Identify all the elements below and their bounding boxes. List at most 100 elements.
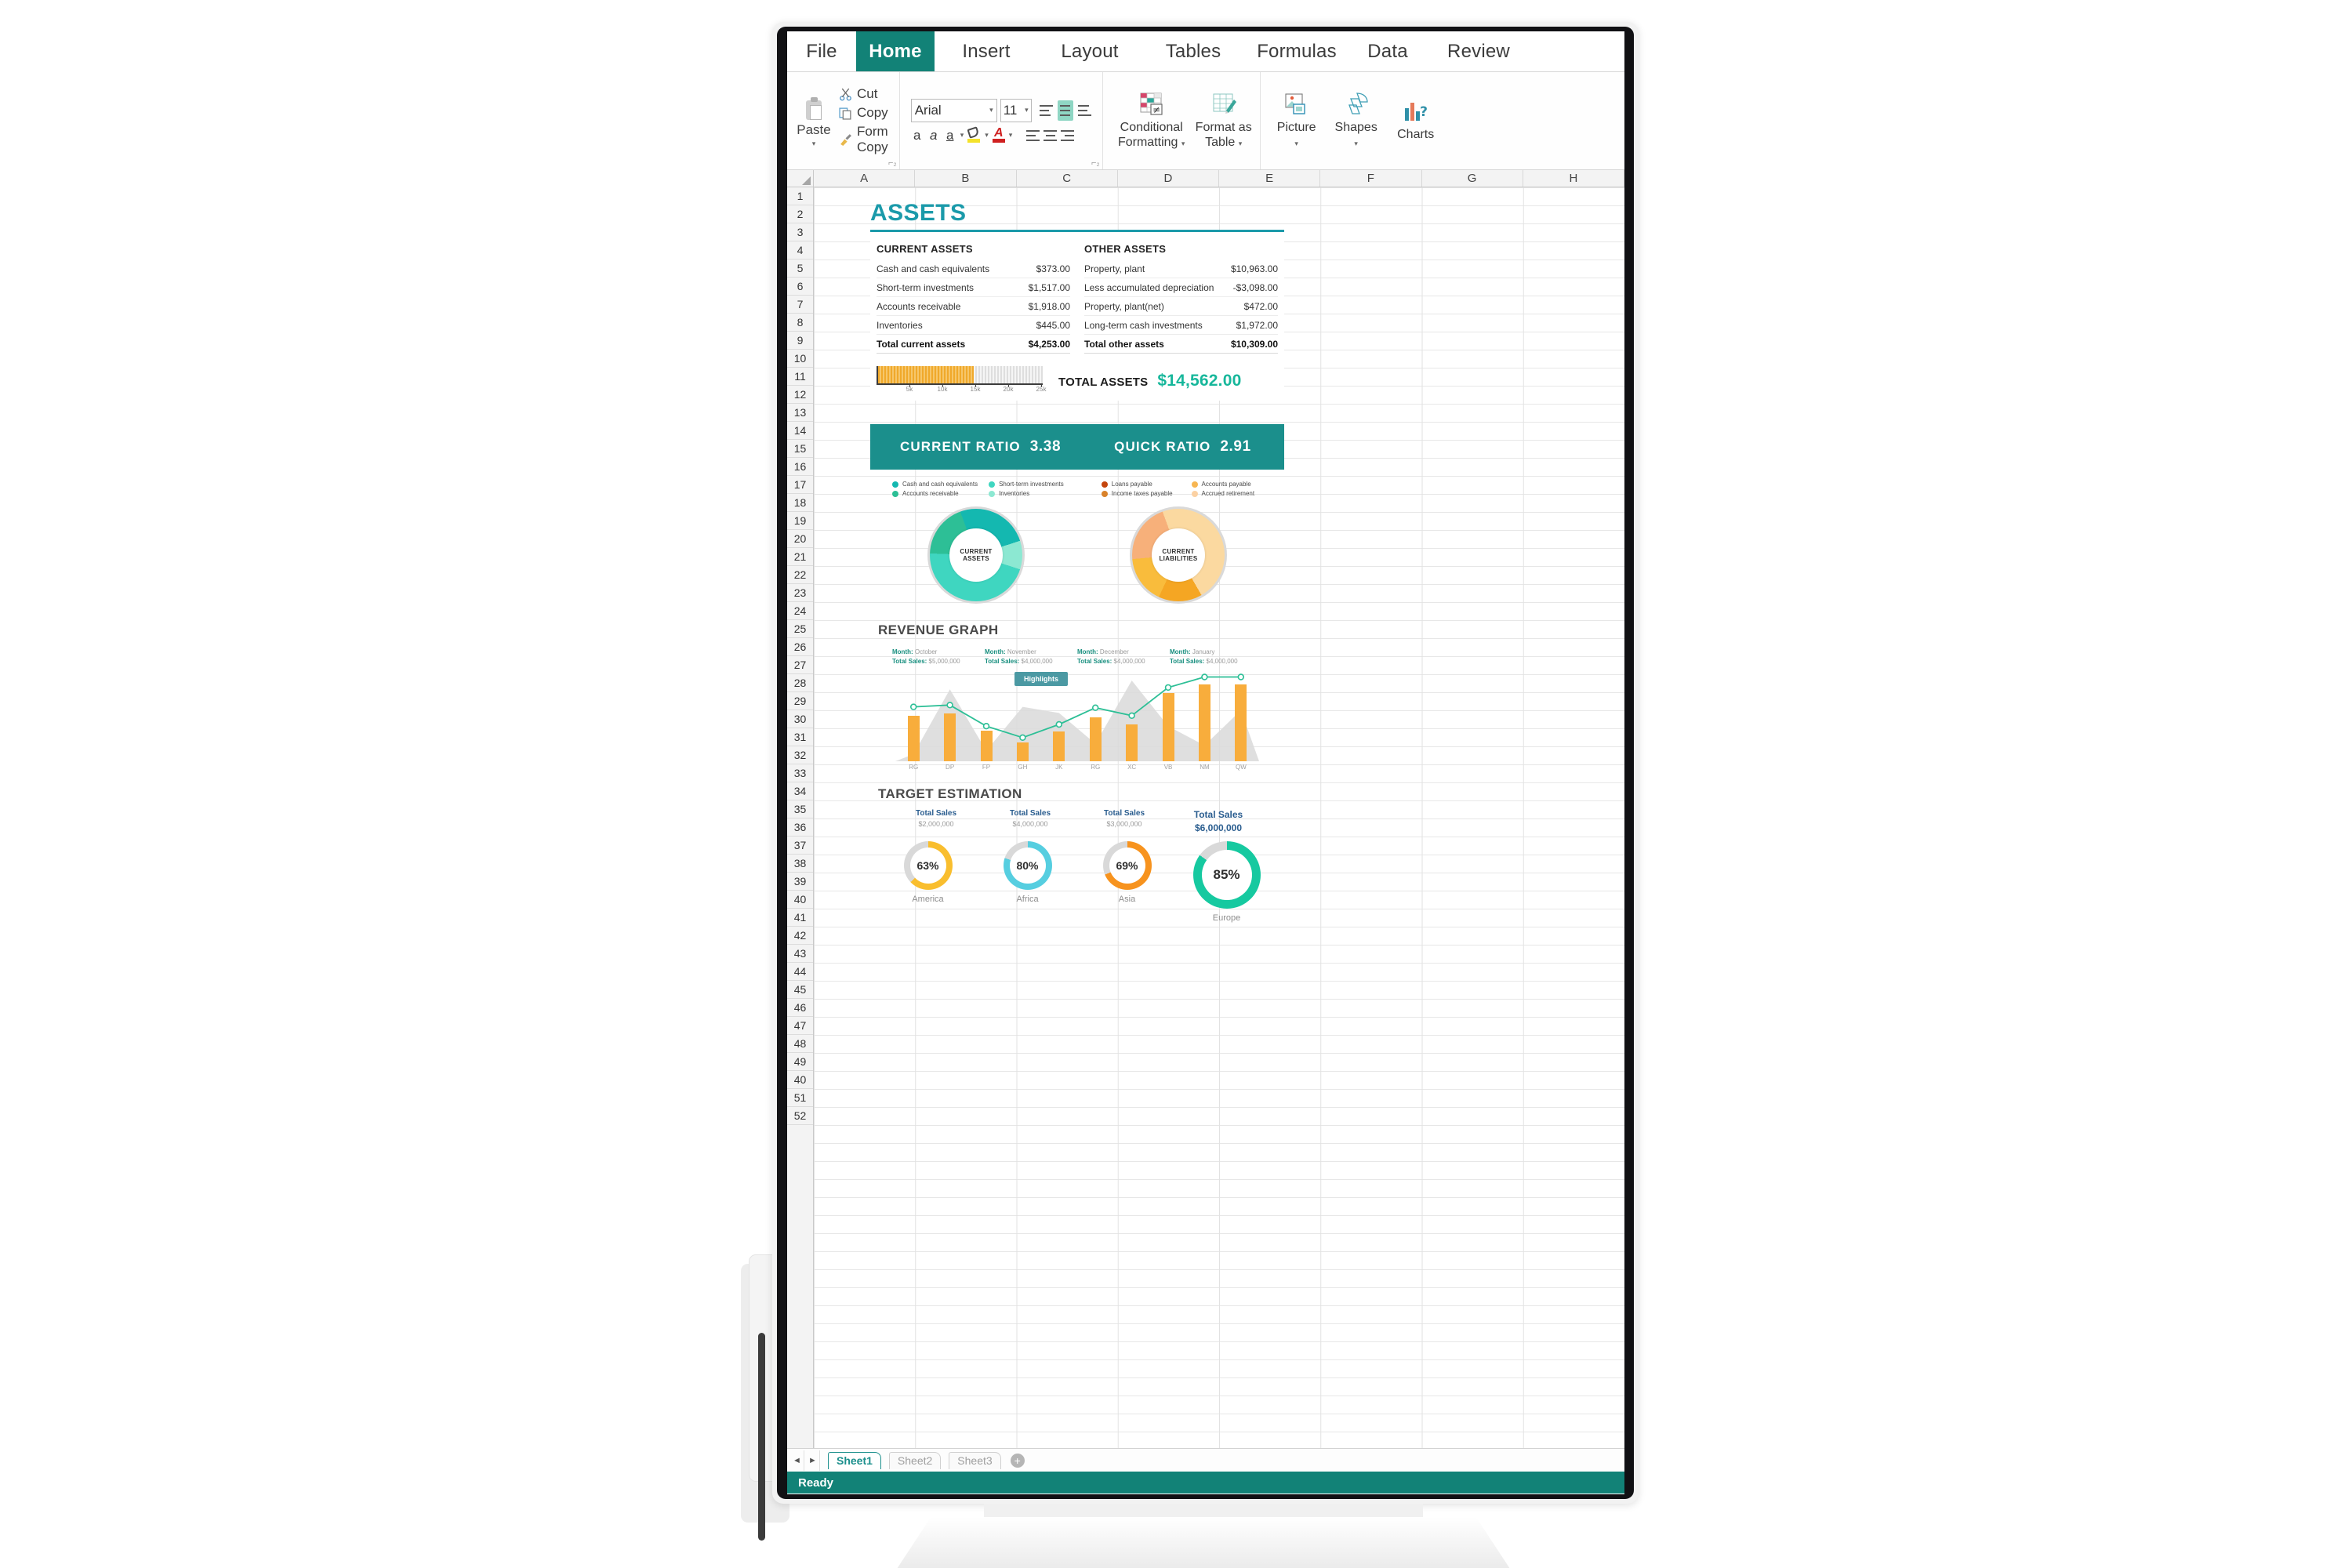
row-header-38[interactable]: 38	[787, 855, 813, 873]
charts-button[interactable]: ? Charts	[1386, 99, 1446, 142]
italic-button[interactable]: a	[927, 128, 940, 143]
sheet-tab-sheet3[interactable]: Sheet3	[949, 1451, 1001, 1469]
tab-file[interactable]: File	[787, 31, 856, 71]
row-header-27[interactable]: 27	[787, 656, 813, 674]
tab-home[interactable]: Home	[856, 31, 935, 71]
sheet-prev-button[interactable]: ◄	[790, 1450, 804, 1471]
row-header-40[interactable]: 40	[787, 1071, 813, 1089]
row-header-6[interactable]: 6	[787, 278, 813, 296]
row-header-11[interactable]: 11	[787, 368, 813, 386]
column-header-B[interactable]: B	[915, 170, 1017, 187]
conditional-formatting-button[interactable]: ≠ Conditional Formatting ▾	[1109, 92, 1194, 150]
align-right-icon[interactable]	[1061, 129, 1075, 141]
row-header-21[interactable]: 21	[787, 548, 813, 566]
align-top-icon[interactable]	[1039, 104, 1053, 116]
row-header-13[interactable]: 13	[787, 404, 813, 422]
row-header-14[interactable]: 14	[787, 422, 813, 440]
row-header-42[interactable]: 42	[787, 927, 813, 945]
row-header-28[interactable]: 28	[787, 674, 813, 692]
row-header-34[interactable]: 34	[787, 782, 813, 800]
tab-layout[interactable]: Layout	[1038, 31, 1142, 71]
column-header-G[interactable]: G	[1422, 170, 1523, 187]
chevron-down-icon[interactable]: ▾	[1025, 106, 1029, 114]
font-name-input[interactable]: Arial ▾	[910, 98, 997, 122]
row-header-24[interactable]: 24	[787, 602, 813, 620]
chevron-down-icon[interactable]: ▾	[985, 131, 989, 140]
sheet-tab-sheet1[interactable]: Sheet1	[828, 1451, 881, 1469]
paste-button[interactable]: Paste ▾	[793, 94, 834, 148]
row-header-20[interactable]: 20	[787, 530, 813, 548]
row-header-46[interactable]: 46	[787, 999, 813, 1017]
row-header-10[interactable]: 10	[787, 350, 813, 368]
row-header-19[interactable]: 19	[787, 512, 813, 530]
row-header-47[interactable]: 47	[787, 1017, 813, 1035]
column-header-F[interactable]: F	[1320, 170, 1422, 187]
row-header-17[interactable]: 17	[787, 476, 813, 494]
format-copy-button[interactable]: Form Copy	[839, 124, 888, 155]
row-header-7[interactable]: 7	[787, 296, 813, 314]
column-header-E[interactable]: E	[1219, 170, 1321, 187]
row-header-43[interactable]: 43	[787, 945, 813, 963]
row-header-45[interactable]: 45	[787, 981, 813, 999]
tab-tables[interactable]: Tables	[1142, 31, 1245, 71]
font-color-icon[interactable]: A	[992, 126, 1005, 143]
cut-button[interactable]: Cut	[839, 86, 888, 102]
chevron-down-icon[interactable]: ▾	[960, 131, 964, 140]
bold-button[interactable]: a	[911, 128, 924, 143]
row-header-49[interactable]: 49	[787, 1053, 813, 1071]
row-header-22[interactable]: 22	[787, 566, 813, 584]
copy-button[interactable]: Copy	[839, 105, 888, 121]
sheet-next-button[interactable]: ►	[806, 1450, 820, 1471]
tab-insert[interactable]: Insert	[935, 31, 1038, 71]
tab-formulas[interactable]: Formulas	[1245, 31, 1348, 71]
column-header-D[interactable]: D	[1118, 170, 1219, 187]
row-header-16[interactable]: 16	[787, 458, 813, 476]
row-header-23[interactable]: 23	[787, 584, 813, 602]
font-dialog-launcher[interactable]: ⌐₂	[1091, 158, 1100, 168]
sheet-tab-sheet2[interactable]: Sheet2	[888, 1451, 942, 1469]
chevron-down-icon[interactable]: ▾	[812, 140, 816, 148]
align-left-icon[interactable]	[1026, 129, 1040, 141]
column-header-A[interactable]: A	[814, 170, 916, 187]
row-header-41[interactable]: 41	[787, 909, 813, 927]
clipboard-dialog-launcher[interactable]: ⌐₂	[888, 158, 897, 168]
row-header-37[interactable]: 37	[787, 837, 813, 855]
tab-review[interactable]: Review	[1427, 31, 1530, 71]
column-header-H[interactable]: H	[1523, 170, 1624, 187]
row-header-33[interactable]: 33	[787, 764, 813, 782]
row-header-36[interactable]: 36	[787, 818, 813, 837]
column-header-C[interactable]: C	[1017, 170, 1118, 187]
fill-color-icon[interactable]	[967, 126, 981, 143]
cell-area[interactable]: ASSETS CURRENT ASSETS Cash and cash equi…	[814, 187, 1624, 1448]
font-size-input[interactable]: 11 ▾	[1000, 98, 1032, 122]
select-all-corner[interactable]	[787, 170, 814, 187]
row-header-51[interactable]: 51	[787, 1089, 813, 1107]
row-header-31[interactable]: 31	[787, 728, 813, 746]
row-header-5[interactable]: 5	[787, 260, 813, 278]
highlights-badge[interactable]: Highlights	[1014, 672, 1068, 687]
row-header-40[interactable]: 40	[787, 891, 813, 909]
row-header-8[interactable]: 8	[787, 314, 813, 332]
row-header-2[interactable]: 2	[787, 205, 813, 223]
row-header-39[interactable]: 39	[787, 873, 813, 891]
align-bottom-icon[interactable]	[1077, 104, 1091, 116]
format-as-table-button[interactable]: Format as Table ▾	[1194, 92, 1254, 150]
picture-button[interactable]: Picture ▾	[1267, 92, 1327, 150]
row-header-35[interactable]: 35	[787, 800, 813, 818]
chevron-down-icon[interactable]: ▾	[989, 106, 993, 114]
row-header-25[interactable]: 25	[787, 620, 813, 638]
row-header-52[interactable]: 52	[787, 1107, 813, 1125]
row-header-4[interactable]: 4	[787, 241, 813, 260]
row-header-44[interactable]: 44	[787, 963, 813, 981]
tab-data[interactable]: Data	[1348, 31, 1427, 71]
row-header-18[interactable]: 18	[787, 494, 813, 512]
row-header-1[interactable]: 1	[787, 187, 813, 205]
row-header-32[interactable]: 32	[787, 746, 813, 764]
row-header-9[interactable]: 9	[787, 332, 813, 350]
row-header-48[interactable]: 48	[787, 1035, 813, 1053]
align-center-icon[interactable]	[1044, 129, 1058, 141]
align-middle-button[interactable]	[1057, 100, 1073, 121]
shapes-button[interactable]: Shapes ▾	[1327, 92, 1386, 150]
row-header-29[interactable]: 29	[787, 692, 813, 710]
row-header-15[interactable]: 15	[787, 440, 813, 458]
